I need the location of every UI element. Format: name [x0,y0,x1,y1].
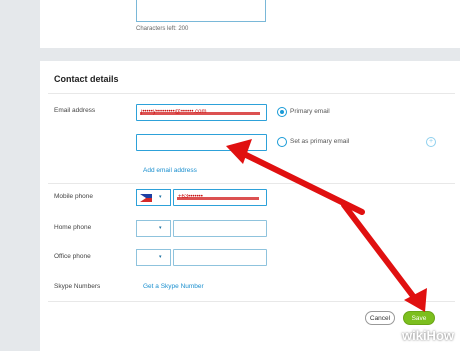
mobile-phone-label: Mobile phone [54,193,94,200]
about-card: Characters left: 200 [40,0,460,48]
divider [48,301,455,302]
second-email-field[interactable] [136,134,267,151]
email-field[interactable]: j•••••y•••••••••@••••••.com [136,104,267,121]
characters-left: Characters left: 200 [136,26,189,32]
skype-numbers-label: Skype Numbers [54,283,101,290]
save-button[interactable]: Save [403,311,435,325]
home-phone-field[interactable] [173,220,267,237]
redaction-mark [140,112,260,115]
set-primary-label: Set as primary email [290,138,350,145]
chevron-down-icon: ▾ [159,254,162,260]
divider [48,93,455,94]
chevron-down-icon: ▾ [159,194,162,200]
office-phone-field[interactable] [173,249,267,266]
office-country-select[interactable]: ▾ [136,249,171,266]
office-phone-label: Office phone [54,253,91,260]
plus-circle-icon[interactable]: + [426,137,436,147]
contact-details-card: Contact details Email address j•••••y•••… [40,61,460,351]
set-primary-radio[interactable] [277,137,287,147]
get-skype-number-link[interactable]: Get a Skype Number [143,283,204,290]
home-country-select[interactable]: ▾ [136,220,171,237]
add-email-link[interactable]: Add email address [143,167,197,174]
mobile-country-select[interactable]: ▾ [136,189,171,206]
redaction-mark [177,197,259,200]
section-title: Contact details [54,74,119,84]
about-textarea[interactable] [136,0,266,22]
home-phone-label: Home phone [54,224,92,231]
divider [48,183,455,184]
mobile-phone-field[interactable]: +63••••••• [173,189,267,206]
philippines-flag-icon [140,194,152,202]
cancel-button[interactable]: Cancel [365,311,395,325]
wikihow-watermark: wikiHow [401,328,454,343]
email-label: Email address [54,107,96,114]
primary-email-label: Primary email [290,108,330,115]
primary-email-radio[interactable] [277,107,287,117]
chevron-down-icon: ▾ [159,225,162,231]
